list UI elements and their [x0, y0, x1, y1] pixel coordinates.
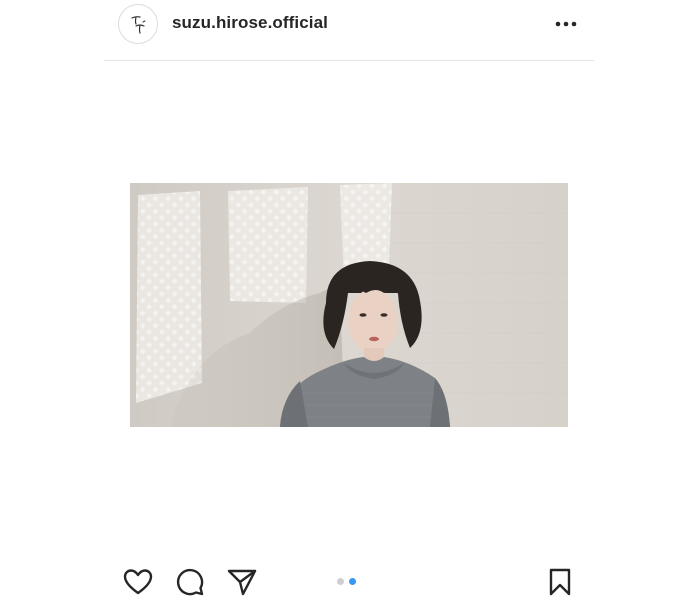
comment-icon — [176, 568, 204, 596]
carousel-dot-active — [349, 578, 356, 585]
paper-plane-icon — [227, 569, 257, 596]
more-options-icon — [555, 21, 577, 27]
share-button[interactable] — [226, 566, 258, 598]
post-image — [130, 183, 568, 427]
action-bar — [104, 560, 594, 600]
signature-logo-icon — [131, 16, 146, 34]
carousel-indicator — [337, 578, 361, 586]
save-button[interactable] — [544, 566, 576, 598]
post-photo[interactable] — [130, 183, 568, 427]
username-link[interactable]: suzu.hirose.official — [172, 13, 328, 33]
carousel-dot-inactive — [337, 578, 344, 585]
profile-avatar[interactable] — [118, 4, 158, 44]
more-options-button[interactable] — [552, 14, 580, 34]
post-header: suzu.hirose.official — [104, 0, 594, 61]
bookmark-icon — [549, 568, 571, 596]
comment-button[interactable] — [174, 566, 206, 598]
heart-icon — [123, 569, 153, 595]
like-button[interactable] — [122, 566, 154, 598]
